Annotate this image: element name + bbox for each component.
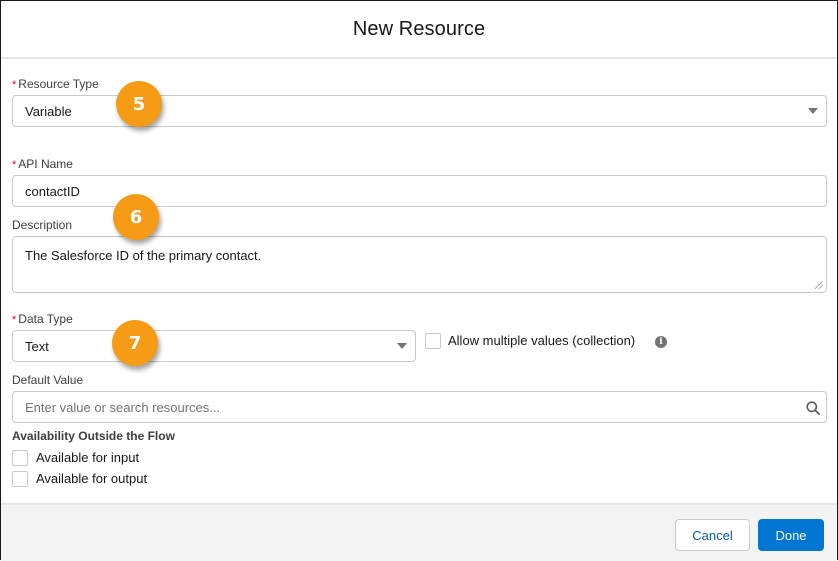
data-type-select[interactable]: Text bbox=[12, 330, 416, 362]
available-for-output-checkbox[interactable] bbox=[12, 471, 28, 487]
resource-type-label-text: Resource Type bbox=[18, 77, 99, 91]
api-name-label-text: API Name bbox=[18, 157, 73, 171]
available-for-input-checkbox[interactable] bbox=[12, 450, 28, 466]
available-for-input-label: Available for input bbox=[36, 450, 140, 465]
data-type-value: Text bbox=[25, 338, 49, 354]
resource-type-value: Variable bbox=[25, 103, 72, 119]
callout-badge-6: 6 bbox=[113, 194, 159, 240]
new-resource-dialog: New Resource * Resource Type Variable * AP… bbox=[0, 0, 838, 561]
data-type-label: * Data Type bbox=[12, 312, 73, 326]
required-marker: * bbox=[12, 79, 17, 91]
info-icon[interactable]: i bbox=[655, 336, 667, 348]
dialog-title: New Resource bbox=[352, 17, 486, 40]
default-value-label: Default Value bbox=[12, 373, 84, 387]
collection-checkbox[interactable] bbox=[425, 333, 441, 349]
resize-handle-icon[interactable] bbox=[815, 281, 823, 289]
collection-label: Allow multiple values (collection) bbox=[448, 333, 636, 348]
required-marker: * bbox=[12, 159, 17, 171]
dialog-footer: Cancel Done bbox=[1, 503, 837, 561]
default-value-placeholder: Enter value or search resources... bbox=[25, 399, 221, 415]
default-value-input[interactable]: Enter value or search resources... bbox=[12, 391, 827, 423]
description-value: The Salesforce ID of the primary contact… bbox=[25, 248, 262, 263]
chevron-down-icon bbox=[808, 108, 818, 114]
cancel-button[interactable]: Cancel bbox=[675, 519, 750, 551]
available-for-output-label: Available for output bbox=[36, 471, 148, 486]
required-marker: * bbox=[12, 314, 17, 326]
callout-badge-5: 5 bbox=[116, 81, 162, 127]
api-name-value: contactID bbox=[25, 183, 80, 199]
resource-type-label: * Resource Type bbox=[12, 77, 99, 91]
api-name-label: * API Name bbox=[12, 157, 73, 171]
availability-section-title: Availability Outside the Flow bbox=[12, 429, 175, 443]
callout-badge-7: 7 bbox=[112, 320, 158, 366]
search-icon[interactable] bbox=[806, 401, 820, 415]
description-textarea[interactable]: The Salesforce ID of the primary contact… bbox=[12, 236, 827, 293]
dialog-header: New Resource bbox=[1, 1, 837, 59]
done-button[interactable]: Done bbox=[758, 519, 824, 551]
chevron-down-icon bbox=[397, 343, 407, 349]
data-type-label-text: Data Type bbox=[18, 312, 73, 326]
description-label: Description bbox=[12, 218, 73, 232]
